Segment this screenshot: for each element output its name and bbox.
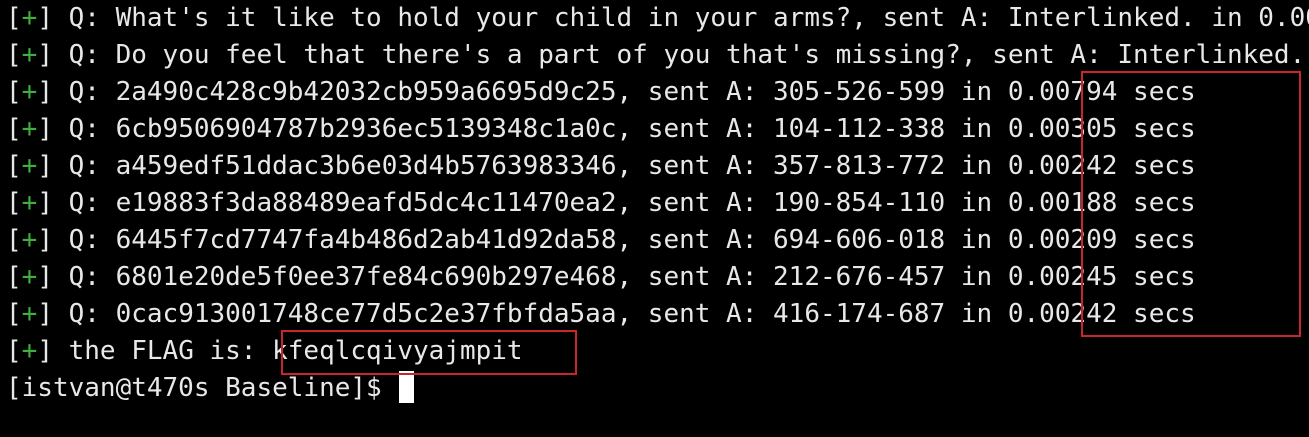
- output-line: [+] Q: 6801e20de5f0ee37fe84c690b297e468,…: [6, 259, 1309, 296]
- plus-sign-icon: +: [21, 114, 38, 144]
- bracket-close: ]: [37, 151, 53, 181]
- output-line: [+] Q: Do you feel that there's a part o…: [6, 37, 1309, 74]
- output-text: Q: e19883f3da88489eafd5dc4c11470ea2, sen…: [52, 188, 1196, 218]
- output-text: Q: What's it like to hold your child in …: [52, 3, 1309, 33]
- output-text: Q: 6445f7cd7747fa4b486d2ab41d92da58, sen…: [52, 225, 1196, 255]
- bracket-close: ]: [37, 262, 53, 292]
- bracket-open: [: [6, 40, 22, 70]
- bracket-open: [: [6, 3, 22, 33]
- bracket-close: ]: [37, 114, 53, 144]
- plus-sign-icon: +: [21, 151, 38, 181]
- bracket-close: ]: [37, 188, 53, 218]
- bracket-open: [: [6, 114, 22, 144]
- output-line: [+] Q: a459edf51ddac3b6e03d4b5763983346,…: [6, 148, 1309, 185]
- bracket-close: ]: [37, 40, 53, 70]
- output-line: [+] Q: 6445f7cd7747fa4b486d2ab41d92da58,…: [6, 222, 1309, 259]
- bracket-open: [: [6, 188, 22, 218]
- output-text: Q: a459edf51ddac3b6e03d4b5763983346, sen…: [52, 151, 1196, 181]
- output-line: [+] Q: What's it like to hold your child…: [6, 0, 1309, 37]
- output-text: Q: 0cac913001748ce77d5c2e37fbfda5aa, sen…: [52, 299, 1196, 329]
- bracket-open: [: [6, 336, 22, 366]
- output-line: [+] Q: e19883f3da88489eafd5dc4c11470ea2,…: [6, 185, 1309, 222]
- bracket-close: ]: [37, 77, 53, 107]
- plus-sign-icon: +: [21, 77, 38, 107]
- bracket-close: ]: [37, 225, 53, 255]
- text-cursor: [399, 371, 415, 403]
- bracket-open: [: [6, 77, 22, 107]
- bracket-close: ]: [37, 3, 53, 33]
- bracket-open: [: [6, 262, 22, 292]
- output-line: [+] Q: 2a490c428c9b42032cb959a6695d9c25,…: [6, 74, 1309, 111]
- flag-line: [+] the FLAG is: kfeqlcqivyajmpit: [6, 333, 1309, 370]
- bracket-open: [: [6, 225, 22, 255]
- plus-sign-icon: +: [21, 299, 38, 329]
- bracket-close: ]: [37, 299, 53, 329]
- output-text: Q: 2a490c428c9b42032cb959a6695d9c25, sen…: [52, 77, 1196, 107]
- output-text: Q: 6cb9506904787b2936ec5139348c1a0c, sen…: [52, 114, 1196, 144]
- bracket-close: ]: [37, 336, 53, 366]
- output-line: [+] Q: 0cac913001748ce77d5c2e37fbfda5aa,…: [6, 296, 1309, 333]
- plus-sign-icon: +: [21, 40, 38, 70]
- terminal-window[interactable]: [+] Q: What's it like to hold your child…: [6, 0, 1309, 437]
- plus-sign-icon: +: [21, 225, 38, 255]
- prompt-line[interactable]: [istvan@t470s Baseline]$: [6, 370, 1309, 407]
- plus-sign-icon: +: [21, 262, 38, 292]
- output-line: [+] Q: 6cb9506904787b2936ec5139348c1a0c,…: [6, 111, 1309, 148]
- plus-sign-icon: +: [21, 336, 38, 366]
- output-text: Q: Do you feel that there's a part of yo…: [52, 40, 1306, 70]
- plus-sign-icon: +: [21, 188, 38, 218]
- output-text: Q: 6801e20de5f0ee37fe84c690b297e468, sen…: [52, 262, 1196, 292]
- bracket-open: [: [6, 151, 22, 181]
- bracket-open: [: [6, 299, 22, 329]
- plus-sign-icon: +: [21, 3, 38, 33]
- flag-text: the FLAG is: kfeqlcqivyajmpit: [52, 336, 523, 366]
- shell-prompt: [istvan@t470s Baseline]$: [6, 373, 398, 403]
